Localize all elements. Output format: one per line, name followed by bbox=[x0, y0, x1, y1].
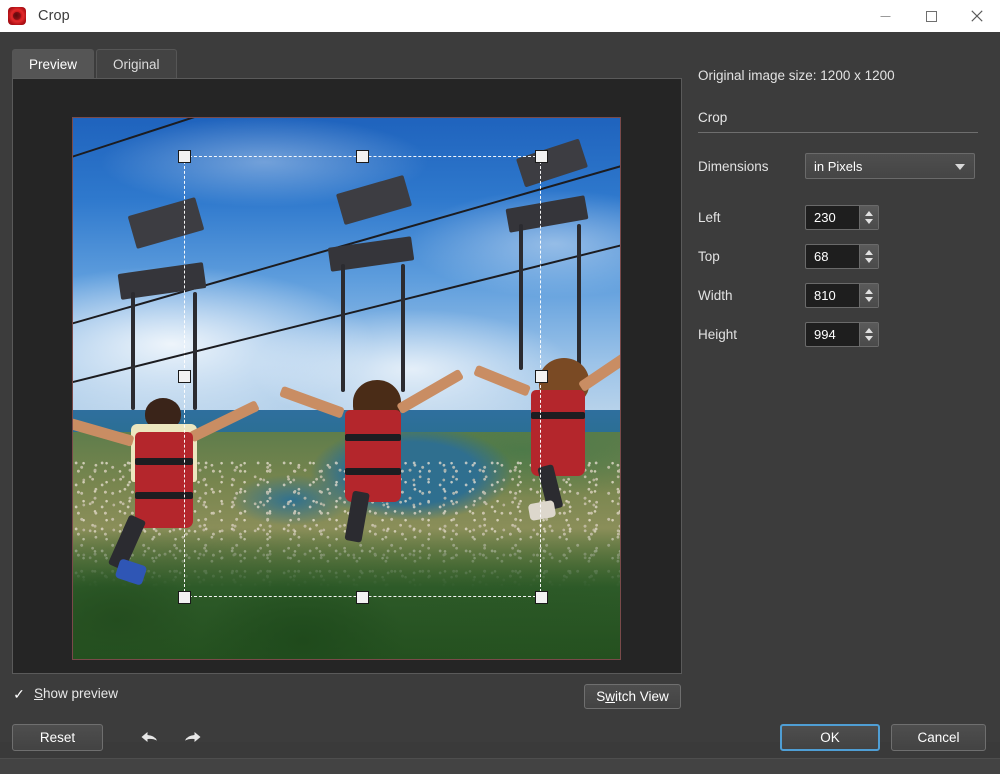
dialog-body: Preview Original bbox=[0, 32, 1000, 742]
crop-handle-bottom-right[interactable] bbox=[535, 591, 548, 604]
rider-harness bbox=[345, 434, 401, 441]
undo-arrow-icon[interactable] bbox=[138, 727, 160, 747]
width-spinner-buttons[interactable] bbox=[859, 284, 878, 307]
crop-handle-middle-right[interactable] bbox=[535, 370, 548, 383]
crop-handle-middle-left[interactable] bbox=[178, 370, 191, 383]
crop-handle-top-left[interactable] bbox=[178, 150, 191, 163]
tab-preview[interactable]: Preview bbox=[12, 49, 94, 78]
rider-arm bbox=[396, 369, 464, 415]
spinner-up-icon[interactable] bbox=[865, 250, 873, 255]
rider-strap bbox=[519, 224, 523, 370]
reset-button[interactable]: Reset bbox=[12, 724, 103, 751]
width-row: Width 810 bbox=[698, 283, 988, 308]
zipline-rider bbox=[101, 206, 281, 536]
width-label: Width bbox=[698, 288, 805, 303]
spinner-up-icon[interactable] bbox=[865, 289, 873, 294]
zipline-rider bbox=[485, 144, 621, 474]
left-row: Left 230 bbox=[698, 205, 988, 230]
show-preview-mnemonic: S bbox=[34, 686, 43, 701]
top-label: Top bbox=[698, 249, 805, 264]
left-stepper[interactable]: 230 bbox=[805, 205, 879, 230]
section-divider bbox=[698, 132, 978, 133]
title-bar: Crop bbox=[0, 0, 1000, 32]
crop-section-title: Crop bbox=[698, 110, 988, 132]
spinner-down-icon[interactable] bbox=[865, 258, 873, 263]
width-stepper[interactable]: 810 bbox=[805, 283, 879, 308]
show-preview-label: Show preview bbox=[34, 686, 118, 701]
spinner-down-icon[interactable] bbox=[865, 297, 873, 302]
redo-arrow-icon[interactable] bbox=[181, 727, 203, 747]
spinner-up-icon[interactable] bbox=[865, 328, 873, 333]
switch-view-mnemonic: w bbox=[605, 689, 615, 704]
rider-harness bbox=[135, 492, 193, 499]
preview-image[interactable] bbox=[72, 117, 621, 660]
rider-vest bbox=[531, 390, 585, 476]
width-input[interactable]: 810 bbox=[806, 288, 836, 303]
original-image-size: Original image size: 1200 x 1200 bbox=[698, 68, 988, 83]
dimensions-value: in Pixels bbox=[814, 159, 862, 174]
maximize-icon[interactable] bbox=[908, 0, 954, 32]
window-title: Crop bbox=[38, 8, 70, 24]
left-input[interactable]: 230 bbox=[806, 210, 836, 225]
minimize-icon[interactable] bbox=[862, 0, 908, 32]
spinner-up-icon[interactable] bbox=[865, 211, 873, 216]
rider-vest bbox=[345, 410, 401, 502]
app-logo-icon bbox=[8, 7, 26, 25]
rider-strap bbox=[341, 264, 345, 392]
switch-view-suffix: itch View bbox=[615, 689, 669, 704]
zipline-trolley bbox=[516, 139, 588, 188]
cancel-button[interactable]: Cancel bbox=[891, 724, 986, 751]
rider-harness bbox=[135, 458, 193, 465]
tab-preview-label: Preview bbox=[29, 57, 77, 72]
rider-harness bbox=[531, 412, 585, 419]
switch-view-button[interactable]: Switch View bbox=[584, 684, 681, 709]
top-input[interactable]: 68 bbox=[806, 249, 828, 264]
top-row: Top 68 bbox=[698, 244, 988, 269]
height-stepper[interactable]: 994 bbox=[805, 322, 879, 347]
height-spinner-buttons[interactable] bbox=[859, 323, 878, 346]
height-input[interactable]: 994 bbox=[806, 327, 836, 342]
rider-strap bbox=[401, 264, 405, 392]
top-stepper[interactable]: 68 bbox=[805, 244, 879, 269]
height-label: Height bbox=[698, 327, 805, 342]
crop-handle-top-center[interactable] bbox=[356, 150, 369, 163]
crop-handle-bottom-left[interactable] bbox=[178, 591, 191, 604]
spinner-down-icon[interactable] bbox=[865, 336, 873, 341]
tab-original-label: Original bbox=[113, 57, 160, 72]
height-row: Height 994 bbox=[698, 322, 988, 347]
dimensions-row: Dimensions in Pixels bbox=[698, 153, 988, 179]
rider-strap bbox=[131, 292, 135, 410]
window-controls bbox=[862, 0, 1000, 32]
rider-arm bbox=[189, 400, 260, 442]
chevron-down-icon bbox=[955, 164, 965, 170]
dimensions-label: Dimensions bbox=[698, 159, 805, 174]
ok-label: OK bbox=[820, 730, 840, 745]
status-bar bbox=[0, 758, 1000, 774]
checkbox-check-icon: ✓ bbox=[12, 687, 26, 701]
spinner-down-icon[interactable] bbox=[865, 219, 873, 224]
cancel-label: Cancel bbox=[917, 730, 959, 745]
zipline-rider bbox=[313, 184, 493, 514]
close-icon[interactable] bbox=[954, 0, 1000, 32]
dimensions-select[interactable]: in Pixels bbox=[805, 153, 975, 179]
rider-vest bbox=[135, 432, 193, 528]
view-tabs: Preview Original bbox=[12, 49, 177, 78]
left-spinner-buttons[interactable] bbox=[859, 206, 878, 229]
switch-view-prefix: S bbox=[596, 689, 605, 704]
switch-view-label: Switch View bbox=[596, 689, 669, 704]
reset-label: Reset bbox=[40, 730, 75, 745]
rider-strap bbox=[577, 224, 581, 370]
ok-button[interactable]: OK bbox=[780, 724, 880, 751]
top-spinner-buttons[interactable] bbox=[859, 245, 878, 268]
tab-original[interactable]: Original bbox=[96, 49, 177, 78]
left-label: Left bbox=[698, 210, 805, 225]
crop-handle-top-right[interactable] bbox=[535, 150, 548, 163]
show-preview-label-rest: how preview bbox=[43, 686, 118, 701]
rider-harness bbox=[345, 468, 401, 475]
rider-strap bbox=[193, 292, 197, 410]
show-preview-checkbox[interactable]: ✓ Show preview bbox=[12, 686, 118, 701]
crop-settings-panel: Original image size: 1200 x 1200 Crop Di… bbox=[698, 68, 988, 347]
crop-handle-bottom-center[interactable] bbox=[356, 591, 369, 604]
preview-panel[interactable] bbox=[12, 78, 682, 674]
